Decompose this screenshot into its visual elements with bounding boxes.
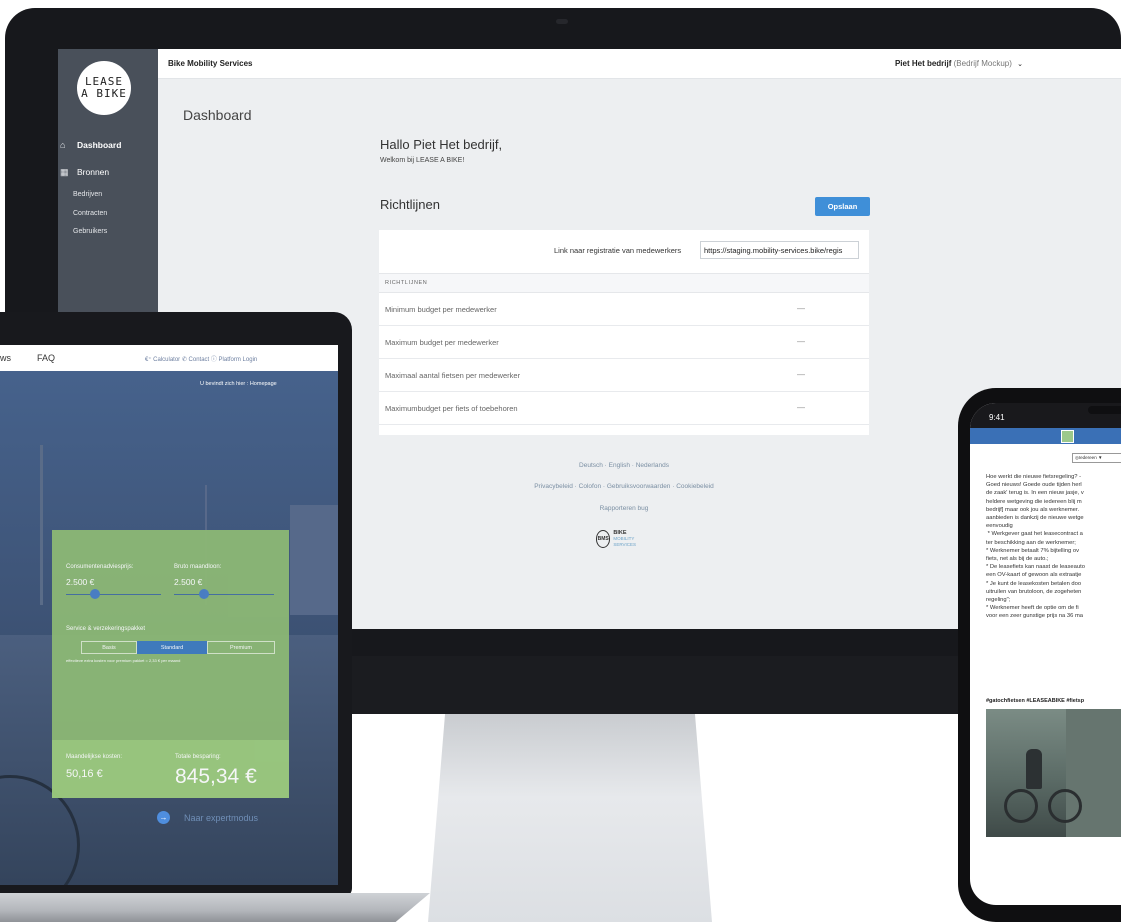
guidelines-card: Link naar registratie van medewerkers ht… <box>379 230 869 435</box>
audience-select[interactable]: ◎Iedereen ▼ <box>1072 453 1121 463</box>
calculator-panel: Consumentenadviesprijs: 2.500 € Bruto ma… <box>52 530 289 740</box>
savings-value: 845,34 € <box>175 765 257 788</box>
registration-link-label: Link naar registratie van medewerkers <box>554 246 682 255</box>
registration-link-field[interactable]: https://staging.mobility-services.bike/r… <box>700 241 859 259</box>
nav-item-faq[interactable]: FAQ <box>37 353 55 363</box>
photo-cyclist <box>1026 749 1042 789</box>
post-photo[interactable] <box>986 709 1121 837</box>
salary-label: Bruto maandloon: <box>174 564 222 570</box>
results-panel: Maandelijkse kosten: 50,16 € Totale besp… <box>52 740 289 798</box>
topbar: Bike Mobility Services Piet Het bedrijf … <box>158 49 1121 79</box>
sidebar-item-label: Dashboard <box>77 140 122 150</box>
status-time: 9:41 <box>989 413 1005 422</box>
table-row[interactable]: Minimum budget per medewerker — <box>379 293 869 326</box>
monthly-cost-label: Maandelijkse kosten: <box>66 754 123 760</box>
save-button[interactable]: Opslaan <box>815 197 870 216</box>
bms-badge: BMS <box>596 530 611 548</box>
laptop-base <box>0 893 430 922</box>
table-row[interactable]: Maximum budget per medewerker — <box>379 326 869 359</box>
app-logo <box>1061 430 1074 443</box>
bms-subtitle: MOBILITY SERVICES <box>613 536 637 547</box>
grid-icon: ▦ <box>60 166 69 177</box>
post-text: Hoe werkt die nieuwe fietsregeling? - Go… <box>986 474 1085 620</box>
welcome-text: Welkom bij LEASE A BIKE! <box>380 157 465 164</box>
expert-mode-link[interactable]: → Naar expertmodus <box>157 811 258 824</box>
phone-screen: 9:41 ◎Iedereen ▼ Hoe werkt die nieuwe fi… <box>970 403 1121 905</box>
table-row[interactable]: Maximumbudget per fiets of toebehoren — <box>379 392 869 425</box>
salary-value: 2.500 € <box>174 577 203 587</box>
post-hashtags[interactable]: #gatochfietsen #LEASEABIKE #fietsp <box>986 698 1084 704</box>
table-row[interactable]: Maximaal aantal fietsen per medewerker — <box>379 359 869 392</box>
row-value: — <box>797 370 805 379</box>
price-value: 2.500 € <box>66 577 95 587</box>
user-menu[interactable]: Piet Het bedrijf (Bedrijf Mockup) ⌄ <box>895 59 1023 68</box>
phone-notch <box>1088 406 1121 414</box>
salary-slider-track[interactable] <box>174 594 274 595</box>
sidebar-item-label: Bronnen <box>77 167 110 177</box>
row-value: — <box>797 337 805 346</box>
expert-mode-label: Naar expertmodus <box>184 812 259 823</box>
sidebar-item-bronnen[interactable]: ▦ Bronnen <box>58 161 158 183</box>
sidebar-subitem-contracten[interactable]: Contracten <box>73 210 107 217</box>
footer-links[interactable]: Privacybeleid · Colofon · Gebruiksvoorwa… <box>376 483 872 490</box>
row-label: Maximum budget per medewerker <box>385 338 499 347</box>
price-slider-track[interactable] <box>66 594 161 595</box>
imac-stand <box>428 714 712 922</box>
row-label: Maximumbudget per fiets of toebehoren <box>385 404 518 413</box>
price-label: Consumentenadviesprijs: <box>66 564 134 570</box>
row-value: — <box>797 403 805 412</box>
brand-title[interactable]: Bike Mobility Services <box>168 59 252 68</box>
package-basis[interactable]: Basis <box>81 641 137 654</box>
report-bug-link[interactable]: Rapporteren bug <box>376 505 872 512</box>
page-title: Dashboard <box>183 107 252 123</box>
package-note: effectieve extra kosten voor premium pak… <box>66 658 181 663</box>
arrow-right-icon: → <box>157 811 170 824</box>
monthly-cost-value: 50,16 € <box>66 768 103 780</box>
nav-tools[interactable]: €⁺ Calculator ✆ Contact ⓘ Platform Login <box>145 354 257 363</box>
breadcrumb: U bevindt zich hier : Homepage <box>200 381 277 387</box>
sidebar-subitem-gebruikers[interactable]: Gebruikers <box>73 228 107 235</box>
nav-item-partial[interactable]: ws <box>0 353 11 363</box>
home-icon: ⌂ <box>60 140 66 150</box>
sidebar-item-dashboard[interactable]: ⌂ Dashboard <box>58 134 158 156</box>
app-header <box>970 428 1121 444</box>
sidebar-subitem-bedrijven[interactable]: Bedrijven <box>73 191 102 198</box>
hero-tree <box>40 445 43 605</box>
photo-bike-wheel <box>1048 789 1082 823</box>
language-links[interactable]: Deutsch · English · Nederlands <box>376 462 872 469</box>
hero-building <box>290 505 338 615</box>
photo-bike-wheel <box>1004 789 1038 823</box>
salary-slider-knob[interactable] <box>199 589 209 599</box>
user-name: Piet Het bedrijf <box>894 59 952 68</box>
table-header: RICHTLIJNEN <box>379 273 869 293</box>
package-label: Service & verzekeringspakket <box>66 626 146 632</box>
section-title: Richtlijnen <box>380 197 440 212</box>
package-premium[interactable]: Premium <box>207 641 275 654</box>
chevron-down-icon: ⌄ <box>1017 61 1023 68</box>
table-header-label: RICHTLIJNEN <box>385 280 428 286</box>
savings-label: Totale besparing: <box>175 754 221 760</box>
imac-camera <box>556 19 568 24</box>
bms-logo: BMS BIKE MOBILITY SERVICES <box>596 529 648 549</box>
lease-a-bike-logo[interactable]: LEASE A BIKE <box>77 61 131 115</box>
row-label: Minimum budget per medewerker <box>385 305 497 314</box>
user-company: (Bedrijf Mockup) <box>953 59 1012 68</box>
greeting: Hallo Piet Het bedrijf, <box>380 137 503 152</box>
laptop-screen: ws FAQ €⁺ Calculator ✆ Contact ⓘ Platfor… <box>0 345 338 885</box>
package-standard[interactable]: Standard <box>137 641 207 654</box>
row-value: — <box>797 304 805 313</box>
site-nav: ws FAQ €⁺ Calculator ✆ Contact ⓘ Platfor… <box>0 345 338 371</box>
logo-text-line2: A BIKE <box>81 87 127 100</box>
row-label: Maximaal aantal fietsen per medewerker <box>385 371 521 380</box>
price-slider-knob[interactable] <box>89 589 100 599</box>
bms-wordmark: BIKE MOBILITY SERVICES <box>613 530 648 548</box>
